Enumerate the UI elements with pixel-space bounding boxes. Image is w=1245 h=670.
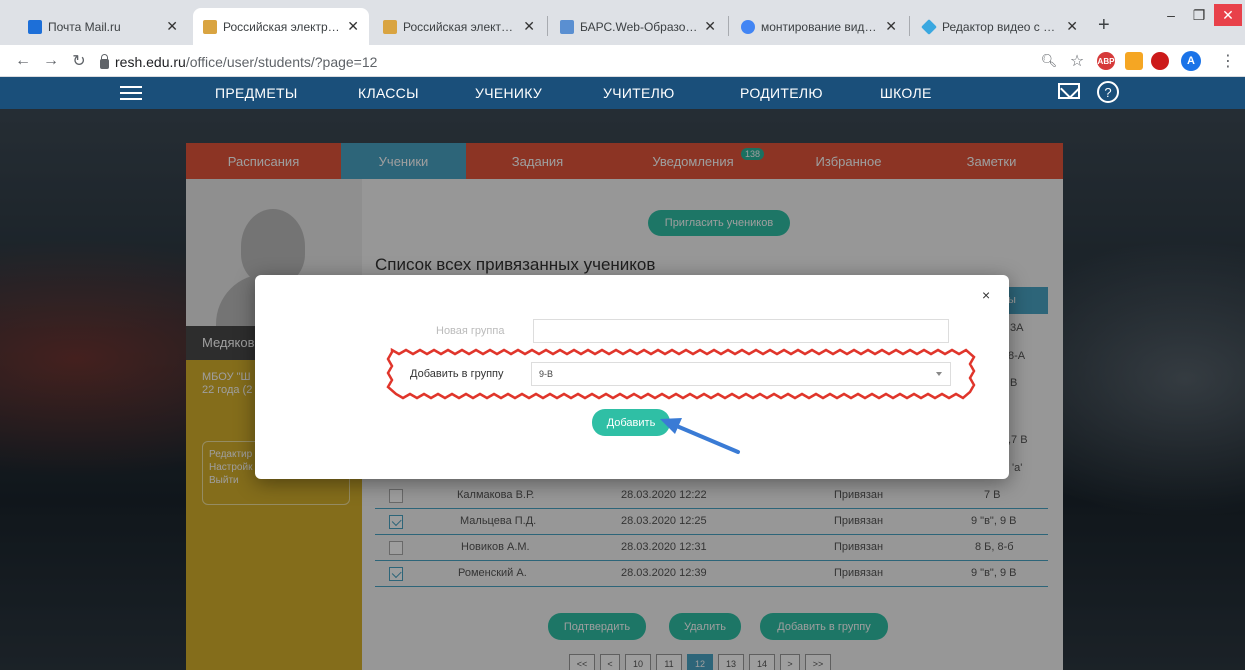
browser-tab-mail[interactable]: Почта Mail.ru ✕ — [18, 8, 188, 45]
new-tab-icon[interactable]: + — [1098, 14, 1110, 37]
tab-close-icon[interactable]: ✕ — [166, 18, 178, 35]
zoom-icon[interactable]: 🔍︎ — [1036, 45, 1062, 77]
nav-item-student[interactable]: УЧЕНИКУ — [475, 85, 542, 101]
tab-close-icon[interactable]: ✕ — [885, 18, 897, 35]
nav-item-school[interactable]: ШКОЛЕ — [880, 85, 932, 101]
browser-tab-bar: Почта Mail.ru ✕ Российская электронна ✕ … — [0, 0, 1245, 45]
reload-icon[interactable]: ↻ — [66, 45, 92, 77]
nav-item-classes[interactable]: КЛАССЫ — [358, 85, 419, 101]
shopping-extension-icon[interactable] — [1125, 52, 1143, 70]
bookmark-star-icon[interactable]: ☆ — [1064, 45, 1090, 77]
lock-icon — [100, 53, 109, 69]
dropdown-caret-icon — [936, 372, 942, 376]
group-select-value: 9-В — [539, 369, 554, 379]
browser-toolbar: ← → ↻ resh.edu.ru/office/user/students/?… — [0, 45, 1245, 77]
new-group-label: Новая группа — [436, 325, 505, 337]
forward-arrow-icon[interactable]: → — [38, 45, 64, 77]
browser-tab-resh-active[interactable]: Российская электронна ✕ — [193, 8, 369, 45]
minimize-icon[interactable]: – — [1157, 4, 1185, 26]
tab-close-icon[interactable]: ✕ — [1066, 18, 1078, 35]
address-bar[interactable]: resh.edu.ru/office/user/students/?page=1… — [100, 51, 377, 73]
tab-close-icon[interactable]: ✕ — [523, 18, 535, 35]
opera-extension-icon[interactable] — [1151, 52, 1169, 70]
nav-item-teacher[interactable]: УЧИТЕЛЮ — [603, 85, 675, 101]
site-navigation: ПРЕДМЕТЫ КЛАССЫ УЧЕНИКУ УЧИТЕЛЮ РОДИТЕЛЮ… — [0, 77, 1245, 109]
resh-favicon-icon — [383, 19, 397, 34]
tab-close-icon[interactable]: ✕ — [347, 18, 359, 35]
maximize-icon[interactable]: ❐ — [1185, 4, 1213, 26]
browser-tab-editor[interactable]: Редактор видео с эффе ✕ — [912, 8, 1088, 45]
browser-tab-google[interactable]: монтирование видео с ✕ — [731, 8, 907, 45]
google-favicon-icon — [741, 19, 755, 34]
browser-tab-resh[interactable]: Российская электронна ✕ — [373, 8, 545, 45]
mail-icon[interactable] — [1058, 83, 1080, 99]
url-host: resh.edu.ru — [115, 54, 186, 70]
modal-close-icon[interactable]: × — [982, 287, 990, 303]
nav-item-subjects[interactable]: ПРЕДМЕТЫ — [215, 85, 298, 101]
nav-item-parent[interactable]: РОДИТЕЛЮ — [740, 85, 823, 101]
editor-favicon-icon — [921, 18, 937, 35]
resh-favicon-icon — [203, 19, 217, 34]
group-select[interactable]: 9-В — [531, 362, 951, 386]
new-group-input[interactable] — [533, 319, 949, 343]
browser-tab-bars[interactable]: БАРС.Web-Образовани ✕ — [550, 8, 726, 45]
profile-avatar[interactable]: A — [1181, 51, 1201, 71]
adblock-plus-icon[interactable]: ABP — [1097, 52, 1115, 70]
menu-kebab-icon[interactable]: ⋮ — [1215, 45, 1241, 77]
bars-favicon-icon — [560, 19, 574, 34]
mail-favicon-icon — [28, 19, 42, 34]
add-to-group-label: Добавить в группу — [410, 368, 504, 380]
back-arrow-icon[interactable]: ← — [10, 45, 36, 77]
modal-add-button[interactable]: Добавить — [592, 409, 670, 436]
help-icon[interactable]: ? — [1097, 81, 1119, 103]
tab-close-icon[interactable]: ✕ — [704, 18, 716, 35]
window-close-icon[interactable]: ✕ — [1214, 4, 1242, 26]
hamburger-menu-icon[interactable] — [120, 86, 142, 100]
url-path: /office/user/students/?page=12 — [185, 54, 378, 70]
